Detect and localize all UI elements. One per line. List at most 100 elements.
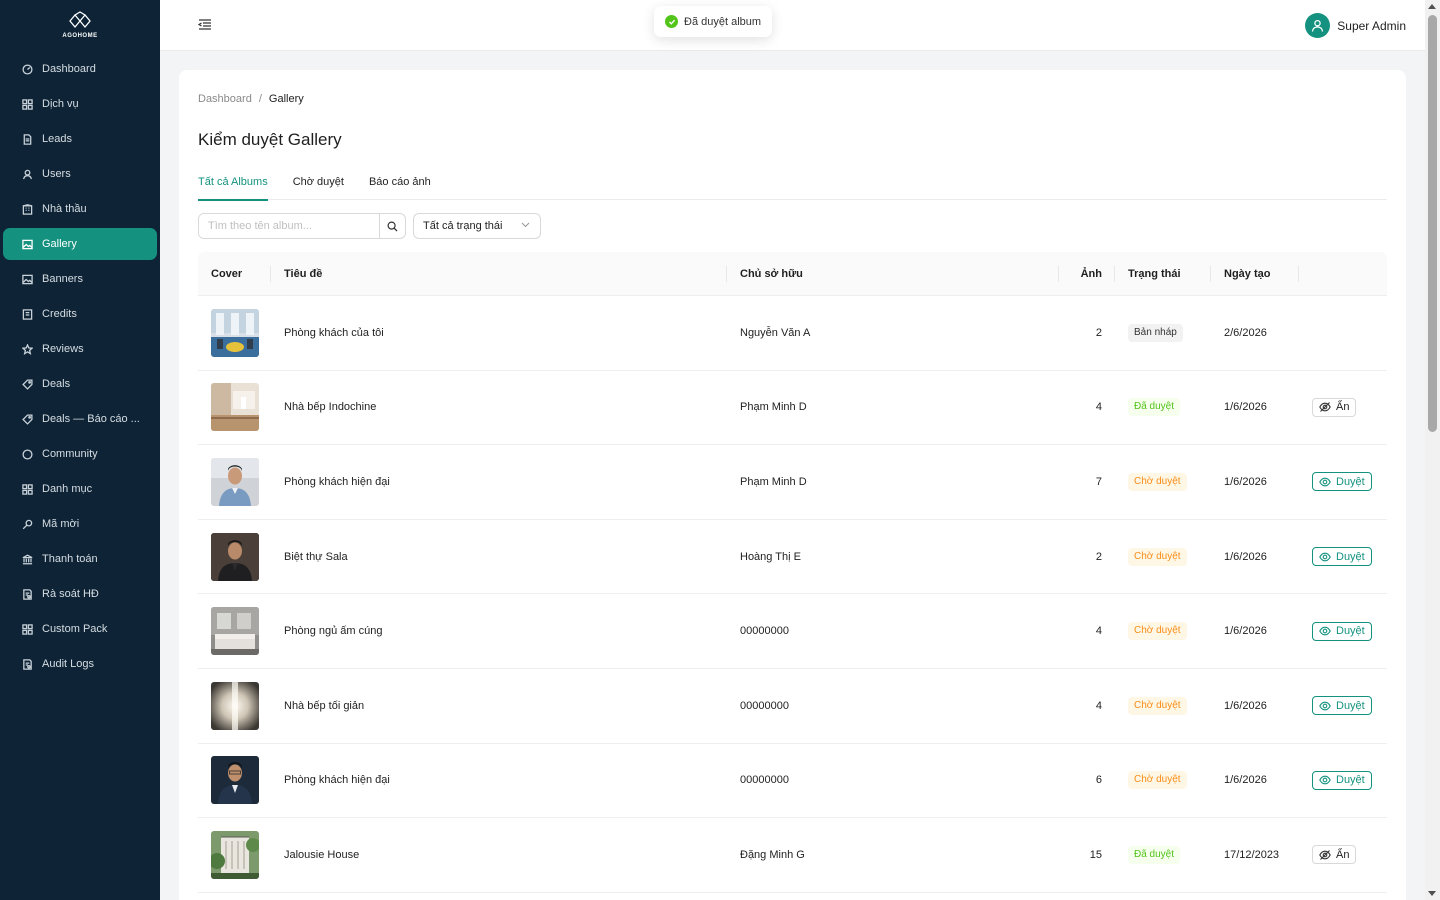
sidebar-item-16[interactable]: Rà soát HĐ <box>3 578 157 610</box>
user-icon <box>21 168 33 180</box>
sidebar-item-14[interactable]: Mã mời <box>3 508 157 540</box>
tab-all-albums[interactable]: Tất cả Albums <box>198 171 268 201</box>
wallet-icon <box>21 308 33 320</box>
sidebar-item-7[interactable]: Banners <box>3 263 157 295</box>
breadcrumb-current: Gallery <box>268 93 304 105</box>
approve-button[interactable]: Duyệt <box>1312 547 1372 567</box>
column-title: Tiêu đề <box>271 252 727 296</box>
sidebar-item-3[interactable]: Leads <box>3 123 157 155</box>
building-icon <box>21 203 33 215</box>
chevron-down-icon <box>521 222 530 228</box>
albums-table: Cover Tiêu đề Chủ sở hữu Ảnh Trạng thái … <box>198 252 1387 893</box>
column-cover: Cover <box>198 252 271 296</box>
album-cover-image[interactable] <box>211 457 259 506</box>
status-filter-select[interactable]: Tất cả trạng thái <box>413 213 541 239</box>
sidebar-item-15[interactable]: Thanh toán <box>3 543 157 575</box>
check-circle-icon <box>665 15 678 28</box>
user-icon <box>1312 19 1324 32</box>
status-cell: Đã duyệt <box>1115 371 1211 445</box>
album-cover-image[interactable] <box>211 607 259 656</box>
action-cell: Ẩn <box>1299 818 1387 892</box>
cover-cell <box>198 296 271 370</box>
sidebar-item-8[interactable]: Credits <box>3 298 157 330</box>
menu-fold-icon[interactable] <box>197 17 213 33</box>
sidebar-item-label: Custom Pack <box>42 623 108 635</box>
photo-count: 4 <box>1095 625 1102 638</box>
created-date: 1/6/2026 <box>1224 774 1267 787</box>
search-icon <box>387 220 398 231</box>
status-cell: Chờ duyệt <box>1115 520 1211 594</box>
approve-button[interactable]: Duyệt <box>1312 696 1372 716</box>
approve-button[interactable]: Duyệt <box>1312 472 1372 492</box>
album-title: Nhà bếp Indochine <box>284 401 377 414</box>
action-cell <box>1299 296 1387 370</box>
image-icon <box>21 238 33 250</box>
status-badge: Chờ duyệt <box>1128 547 1187 566</box>
breadcrumb-root[interactable]: Dashboard <box>198 93 252 105</box>
sidebar-item-5[interactable]: Nhà thầu <box>3 193 157 225</box>
sidebar-item-11[interactable]: Deals — Báo cáo ... <box>3 403 157 435</box>
sidebar-item-13[interactable]: Danh mục <box>3 473 157 505</box>
sidebar-item-2[interactable]: Dịch vụ <box>3 88 157 120</box>
user-menu[interactable]: Super Admin <box>1305 13 1406 38</box>
action-cell: Duyệt <box>1299 594 1387 668</box>
status-badge: Chờ duyệt <box>1128 472 1187 491</box>
status-filter-value: Tất cả trạng thái <box>423 220 503 232</box>
album-cover-image[interactable] <box>211 383 259 432</box>
album-owner: 00000000 <box>740 625 789 638</box>
album-title: Phòng ngủ ấm cúng <box>284 625 383 638</box>
album-cover-image[interactable] <box>211 532 259 581</box>
sidebar-item-label: Mã mời <box>42 518 80 530</box>
table-row: Phòng ngủ ấm cúng 00000000 4 Chờ duyệt 1/6/2… <box>198 594 1387 669</box>
hide-button[interactable]: Ẩn <box>1312 397 1357 417</box>
sidebar-item-9[interactable]: Reviews <box>3 333 157 365</box>
table-row: Phòng khách của tôi Nguyễn Văn A 2 Bản nháp… <box>198 296 1387 371</box>
status-cell: Bản nháp <box>1115 296 1211 370</box>
status-badge: Đã duyệt <box>1128 845 1181 864</box>
content-card: Dashboard / Gallery Kiểm duyệt Gallery T… <box>179 70 1406 900</box>
scroll-down-icon[interactable] <box>1428 891 1436 896</box>
status-cell: Chờ duyệt <box>1115 669 1211 743</box>
photo-count: 7 <box>1095 475 1102 488</box>
status-cell: Chờ duyệt <box>1115 594 1211 668</box>
sidebar-item-4[interactable]: Users <box>3 158 157 190</box>
sidebar-item-6[interactable]: Gallery <box>3 228 157 260</box>
action-cell: Ẩn <box>1299 371 1387 445</box>
sidebar-item-10[interactable]: Deals <box>3 368 157 400</box>
action-cell: Duyệt <box>1299 744 1387 818</box>
search-button[interactable] <box>379 214 405 238</box>
sidebar-item-label: Deals — Báo cáo ... <box>42 413 140 425</box>
column-status: Trạng thái <box>1115 252 1211 296</box>
approve-button[interactable]: Duyệt <box>1312 770 1372 790</box>
status-cell: Đã duyệt <box>1115 818 1211 892</box>
album-title: Phòng khách của tôi <box>284 326 384 339</box>
album-cover-image[interactable] <box>211 756 259 805</box>
page-scrollbar[interactable] <box>1425 0 1440 900</box>
album-cover-image[interactable] <box>211 308 259 357</box>
approve-button[interactable]: Duyệt <box>1312 621 1372 641</box>
sidebar-item-label: Dịch vụ <box>42 98 79 110</box>
scrollbar-thumb[interactable] <box>1428 15 1437 432</box>
album-cover-image[interactable] <box>211 681 259 730</box>
sidebar-item-18[interactable]: Audit Logs <box>3 648 157 680</box>
tab-pending[interactable]: Chờ duyệt <box>293 171 344 200</box>
sidebar-item-12[interactable]: Community <box>3 438 157 470</box>
sidebar-item-1[interactable]: Dashboard <box>3 53 157 85</box>
bank-icon <box>21 553 33 565</box>
hide-button[interactable]: Ẩn <box>1312 845 1357 865</box>
approve-button-label: Duyệt <box>1336 475 1365 488</box>
album-title: Phòng khách hiện đại <box>284 475 390 488</box>
sidebar-item-17[interactable]: Custom Pack <box>3 613 157 645</box>
tab-photo-reports[interactable]: Báo cáo ảnh <box>369 171 431 200</box>
sidebar-item-label: Reviews <box>42 343 84 355</box>
brand-logo[interactable]: AGOHOME <box>0 0 160 50</box>
approve-button-label: Duyệt <box>1336 550 1365 563</box>
search-box <box>198 213 406 239</box>
created-date: 2/6/2026 <box>1224 326 1267 339</box>
dashboard-icon <box>21 63 33 75</box>
search-input[interactable] <box>199 214 379 238</box>
approve-button-label: Duyệt <box>1336 625 1365 638</box>
scroll-up-icon[interactable] <box>1428 4 1436 9</box>
album-cover-image[interactable] <box>211 830 259 879</box>
top-header: Super Admin <box>160 0 1425 51</box>
